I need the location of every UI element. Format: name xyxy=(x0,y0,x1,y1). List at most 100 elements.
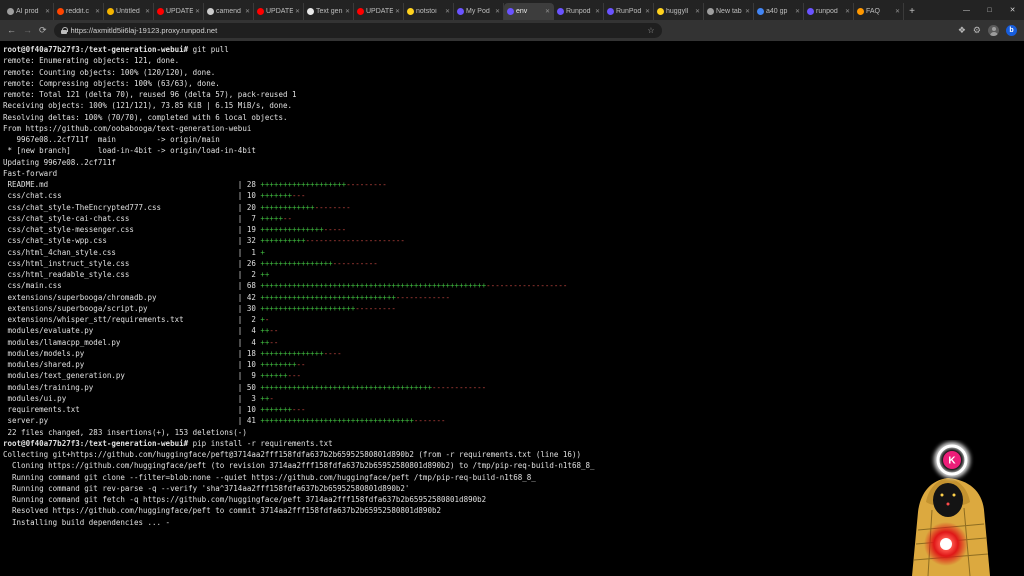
address-bar[interactable]: https://axmitld5ii6laj-19123.proxy.runpo… xyxy=(54,23,662,38)
extensions-icon[interactable]: ⚙ xyxy=(973,26,981,35)
tab-favicon xyxy=(7,8,14,15)
terminal-line: requirements.txt | 10 +++++++--- xyxy=(3,404,1024,415)
browser-tab-untitled[interactable]: Untitled✕ xyxy=(104,3,154,20)
terminal-line: extensions/superbooga/script.py | 30 +++… xyxy=(3,303,1024,314)
tab-close-icon[interactable]: ✕ xyxy=(895,8,900,15)
tab-label: RunPod xyxy=(616,8,643,15)
lock-icon[interactable] xyxy=(61,27,67,34)
terminal-line: modules/shared.py | 10 ++++++++-- xyxy=(3,359,1024,370)
split-screen-icon[interactable]: ❖ xyxy=(958,26,966,35)
tab-label: UPDATE xyxy=(266,8,293,15)
tab-favicon xyxy=(257,8,264,15)
browser-tab-huggyll[interactable]: huggyll✕ xyxy=(654,3,704,20)
tab-favicon xyxy=(557,8,564,15)
tab-strip: AI prod✕reddit.c✕Untitled✕UPDATE✕camend✕… xyxy=(0,0,1024,20)
browser-tab-new-tab[interactable]: New tab✕ xyxy=(704,3,754,20)
window-controls: —□✕ xyxy=(955,0,1024,20)
browser-window: AI prod✕reddit.c✕Untitled✕UPDATE✕camend✕… xyxy=(0,0,1024,576)
tab-label: UPDATE xyxy=(366,8,393,15)
window-close-button[interactable]: ✕ xyxy=(1001,0,1024,20)
tab-close-icon[interactable]: ✕ xyxy=(145,8,150,15)
toolbar-right: ❖ ⚙ b xyxy=(958,25,1017,36)
terminal-line: modules/text_generation.py | 9 ++++++--- xyxy=(3,370,1024,381)
tab-close-icon[interactable]: ✕ xyxy=(795,8,800,15)
tab-close-icon[interactable]: ✕ xyxy=(395,8,400,15)
new-tab-button[interactable]: + xyxy=(904,3,920,20)
browser-tab-runpod[interactable]: RunPod✕ xyxy=(604,3,654,20)
terminal-output: root@0f40a77b27f3:/text-generation-webui… xyxy=(0,41,1024,576)
tab-close-icon[interactable]: ✕ xyxy=(695,8,700,15)
tab-favicon xyxy=(707,8,714,15)
favorites-icon[interactable]: ☆ xyxy=(647,26,654,35)
tab-favicon xyxy=(807,8,814,15)
tab-close-icon[interactable]: ✕ xyxy=(95,8,100,15)
tab-label: New tab xyxy=(716,8,743,15)
browser-tab-faq[interactable]: FAQ✕ xyxy=(854,3,904,20)
terminal-line: Collecting git+https://github.com/huggin… xyxy=(3,449,1024,460)
terminal-line: css/chat_style-cai-chat.css | 7 +++++-- xyxy=(3,213,1024,224)
tab-favicon xyxy=(157,8,164,15)
tab-close-icon[interactable]: ✕ xyxy=(45,8,50,15)
window-minimize-button[interactable]: — xyxy=(955,0,978,20)
terminal-line: css/main.css | 68 ++++++++++++++++++++++… xyxy=(3,280,1024,291)
profile-avatar[interactable] xyxy=(988,25,999,36)
browser-tab-a40-gp[interactable]: a40 gp✕ xyxy=(754,3,804,20)
browser-tab-runpod[interactable]: Runpod✕ xyxy=(554,3,604,20)
terminal-line: Installing build dependencies ... - xyxy=(3,517,1024,528)
forward-icon[interactable]: → xyxy=(23,26,32,35)
url-text[interactable]: https://axmitld5ii6laj-19123.proxy.runpo… xyxy=(71,26,644,35)
terminal-line: 9967e08..2cf711f main -> origin/main xyxy=(3,134,1024,145)
window-maximize-button[interactable]: □ xyxy=(978,0,1001,20)
terminal-line: server.py | 41 +++++++++++++++++++++++++… xyxy=(3,415,1024,426)
terminal-line: css/html_instruct_style.css | 26 +++++++… xyxy=(3,258,1024,269)
terminal-line: Cloning https://github.com/huggingface/p… xyxy=(3,460,1024,471)
tab-close-icon[interactable]: ✕ xyxy=(245,8,250,15)
tab-favicon xyxy=(407,8,414,15)
tab-close-icon[interactable]: ✕ xyxy=(645,8,650,15)
tab-close-icon[interactable]: ✕ xyxy=(845,8,850,15)
bitwarden-icon[interactable]: b xyxy=(1006,25,1017,36)
tab-close-icon[interactable]: ✕ xyxy=(445,8,450,15)
tab-label: env xyxy=(516,8,543,15)
terminal-line: extensions/whisper_stt/requirements.txt … xyxy=(3,314,1024,325)
tab-favicon xyxy=(107,8,114,15)
terminal-line: modules/models.py | 18 ++++++++++++++---… xyxy=(3,348,1024,359)
tab-label: FAQ xyxy=(866,8,893,15)
browser-tab-reddit-c[interactable]: reddit.c✕ xyxy=(54,3,104,20)
terminal-line: * [new branch] load-in-4bit -> origin/lo… xyxy=(3,145,1024,156)
tab-close-icon[interactable]: ✕ xyxy=(545,8,550,15)
tab-close-icon[interactable]: ✕ xyxy=(595,8,600,15)
terminal-line: modules/evaluate.py | 4 ++-- xyxy=(3,325,1024,336)
tab-close-icon[interactable]: ✕ xyxy=(345,8,350,15)
streamer-avatar-overlay: K xyxy=(886,440,1016,576)
terminal-line: modules/training.py | 50 +++++++++++++++… xyxy=(3,382,1024,393)
tab-label: Text gen xyxy=(316,8,343,15)
tab-close-icon[interactable]: ✕ xyxy=(495,8,500,15)
terminal-line: css/chat.css | 10 +++++++--- xyxy=(3,190,1024,201)
back-icon[interactable]: ← xyxy=(7,26,16,35)
tab-close-icon[interactable]: ✕ xyxy=(295,8,300,15)
browser-tab-text-gen[interactable]: Text gen✕ xyxy=(304,3,354,20)
terminal-line: Receiving objects: 100% (121/121), 73.85… xyxy=(3,100,1024,111)
browser-tab-my-pod[interactable]: My Pod✕ xyxy=(454,3,504,20)
browser-tab-ai-prod[interactable]: AI prod✕ xyxy=(4,3,54,20)
tab-label: a40 gp xyxy=(766,8,793,15)
terminal-line: root@0f40a77b27f3:/text-generation-webui… xyxy=(3,44,1024,55)
tab-close-icon[interactable]: ✕ xyxy=(195,8,200,15)
tab-label: Untitled xyxy=(116,8,143,15)
browser-tab-update[interactable]: UPDATE✕ xyxy=(154,3,204,20)
terminal-line: Resolved https://github.com/huggingface/… xyxy=(3,505,1024,516)
refresh-icon[interactable]: ⟳ xyxy=(39,26,47,35)
tab-favicon xyxy=(207,8,214,15)
browser-tab-runpod[interactable]: runpod✕ xyxy=(804,3,854,20)
browser-tab-update[interactable]: UPDATE✕ xyxy=(254,3,304,20)
tab-close-icon[interactable]: ✕ xyxy=(745,8,750,15)
browser-tab-camend[interactable]: camend✕ xyxy=(204,3,254,20)
terminal-line: Fast-forward xyxy=(3,168,1024,179)
terminal-line: css/chat_style-wpp.css | 32 ++++++++++--… xyxy=(3,235,1024,246)
browser-tab-env[interactable]: env✕ xyxy=(504,3,554,20)
browser-tab-notstoi[interactable]: notstoi✕ xyxy=(404,3,454,20)
terminal-line: css/html_readable_style.css | 2 ++ xyxy=(3,269,1024,280)
browser-tab-update[interactable]: UPDATE✕ xyxy=(354,3,404,20)
terminal-line: remote: Compressing objects: 100% (63/63… xyxy=(3,78,1024,89)
